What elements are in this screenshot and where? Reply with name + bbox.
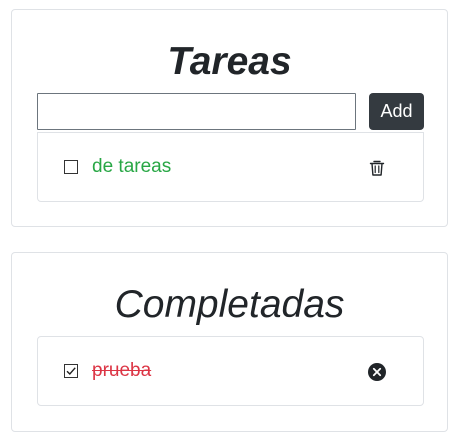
- completed-title: Completadas: [114, 283, 345, 326]
- completed-tasks-card: Completadas prueba: [11, 252, 448, 432]
- pending-tasks-card: Tareas Add de tareas: [11, 9, 448, 227]
- task-checkbox[interactable]: [64, 160, 78, 174]
- add-task-button[interactable]: Add: [369, 93, 424, 130]
- pending-task-list: de tareas: [37, 132, 424, 202]
- task-text: prueba: [92, 360, 152, 381]
- trash-icon[interactable]: [367, 158, 387, 178]
- remove-circle-icon[interactable]: [367, 362, 387, 382]
- list-item: prueba: [38, 337, 423, 405]
- new-task-input[interactable]: [37, 93, 356, 130]
- completed-task-list: prueba: [37, 336, 424, 406]
- list-item: de tareas: [38, 133, 423, 201]
- task-checkbox-checked[interactable]: [64, 364, 78, 378]
- task-text: de tareas: [92, 156, 172, 177]
- pending-title: Tareas: [167, 40, 292, 83]
